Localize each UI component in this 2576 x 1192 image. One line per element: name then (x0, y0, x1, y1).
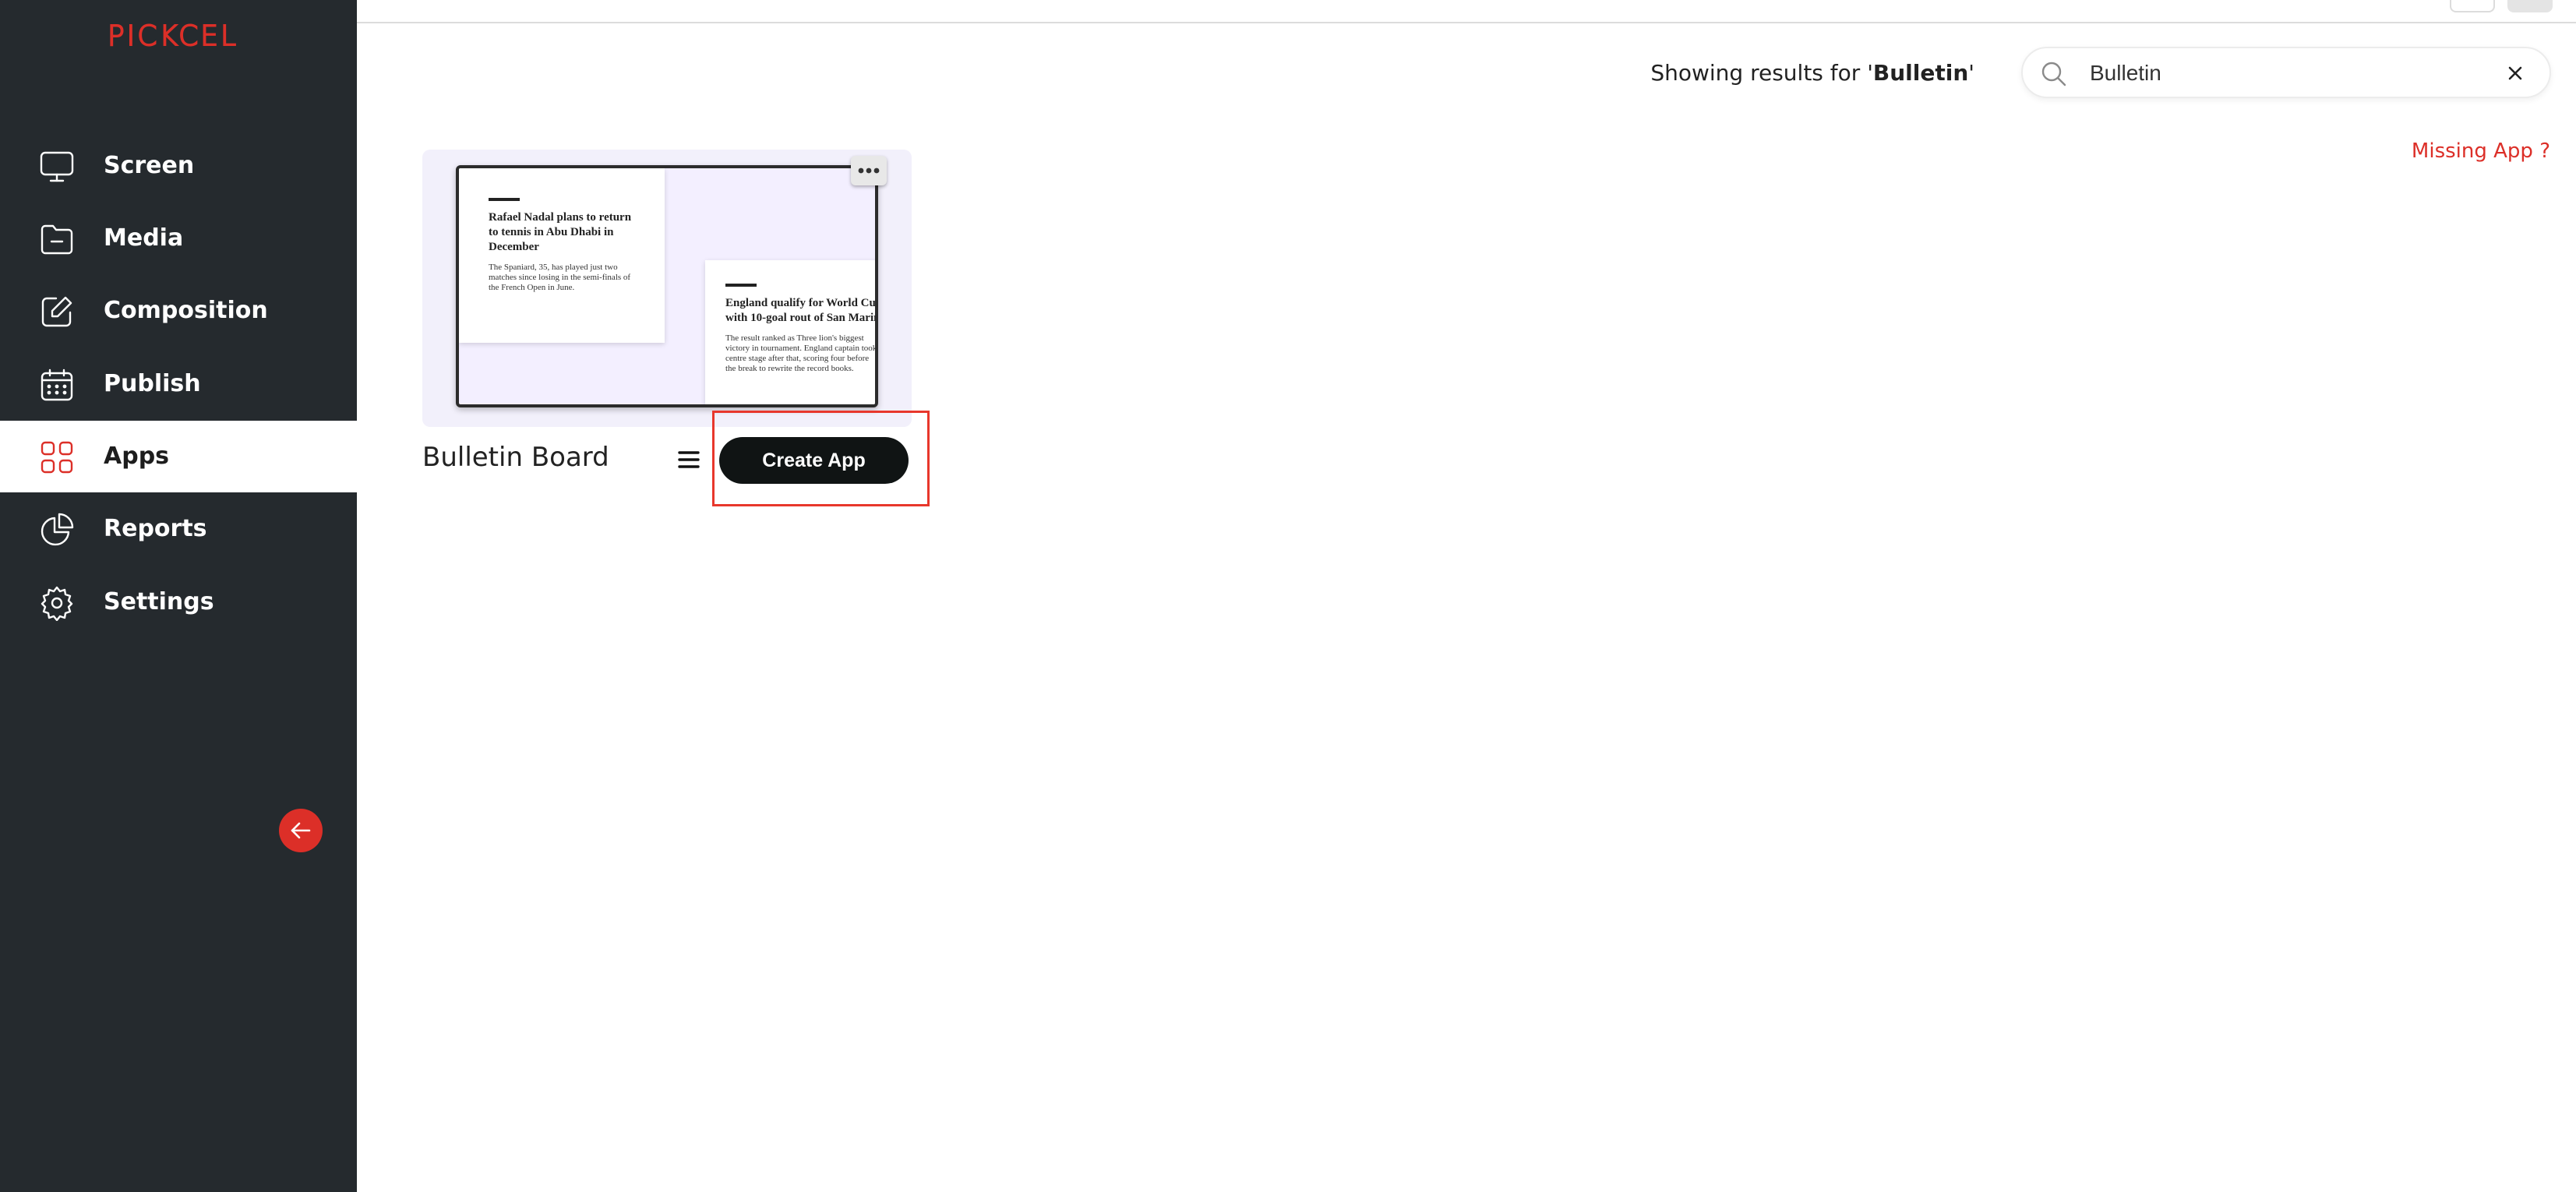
news-accent-bar (489, 198, 520, 201)
calendar-icon (39, 367, 75, 403)
sidebar-item-composition[interactable]: Composition (0, 275, 357, 347)
more-options-button[interactable] (851, 156, 887, 185)
search-box (2021, 47, 2551, 98)
news-accent-bar (725, 284, 757, 287)
sidebar-item-label: Settings (104, 588, 214, 615)
sidebar-item-media[interactable]: Media (0, 203, 357, 274)
results-suffix: ' (1968, 60, 1974, 86)
sidebar-item-apps[interactable]: Apps (0, 421, 357, 492)
app-card[interactable]: Rafael Nadal plans to return to tennis i… (422, 150, 912, 427)
sidebar-item-label: Apps (104, 443, 170, 470)
sidebar-item-label: Publish (104, 370, 201, 397)
folder-icon (39, 221, 75, 257)
grid-icon (39, 439, 75, 475)
preview-news-card: England qualify for World Cup with 10-go… (705, 260, 877, 404)
edit-icon (39, 294, 75, 330)
topbar-divider (357, 22, 2576, 23)
news-body: The result ranked as Three lion's bigges… (725, 333, 877, 373)
search-icon (2040, 60, 2068, 88)
close-icon[interactable] (2503, 61, 2528, 86)
monitor-icon (39, 149, 75, 185)
app-preview-thumbnail: Rafael Nadal plans to return to tennis i… (456, 165, 878, 407)
search-input[interactable] (2090, 55, 2464, 92)
arrow-left-icon (291, 822, 311, 839)
logo-wordmark: PICKCEL (107, 19, 238, 51)
logo-text: PICKCEL (108, 20, 238, 51)
menu-icon[interactable] (676, 447, 701, 472)
sidebar-item-label: Reports (104, 515, 207, 542)
search-results-summary: Showing results for 'Bulletin' (1650, 58, 1974, 89)
pie-chart-icon (39, 512, 75, 548)
create-app-button[interactable]: Create App (719, 437, 909, 484)
results-query: Bulletin (1872, 60, 1969, 86)
missing-app-link[interactable]: Missing App ? (2412, 137, 2550, 165)
news-title: Rafael Nadal plans to return to tennis i… (489, 211, 632, 253)
pickcel-logo[interactable]: PICKCEL (79, 17, 266, 51)
sidebar-item-reports[interactable]: Reports (0, 493, 357, 565)
sidebar-item-label: Screen (104, 152, 195, 179)
sidebar-item-screen[interactable]: Screen (0, 130, 357, 202)
sidebar-item-label: Media (104, 224, 184, 252)
sidebar-item-label: Composition (104, 297, 268, 324)
collapse-sidebar-button[interactable] (279, 809, 323, 852)
topbar-action-2[interactable] (2507, 0, 2553, 12)
news-title: England qualify for World Cup with 10-go… (725, 297, 876, 324)
topbar-action-1[interactable] (2450, 0, 2495, 12)
news-body: The Spaniard, 35, has played just two ma… (489, 263, 631, 292)
app-name: Bulletin Board (422, 442, 609, 473)
sidebar-item-publish[interactable]: Publish (0, 348, 357, 420)
results-prefix: Showing results for ' (1650, 60, 1873, 86)
preview-news-card: Rafael Nadal plans to return to tennis i… (459, 168, 665, 343)
more-horizontal-icon (858, 168, 880, 174)
sidebar-item-settings[interactable]: Settings (0, 566, 357, 638)
sidebar: PICKCEL Screen Media Composition Publish… (0, 0, 357, 1192)
gear-icon (39, 585, 75, 621)
